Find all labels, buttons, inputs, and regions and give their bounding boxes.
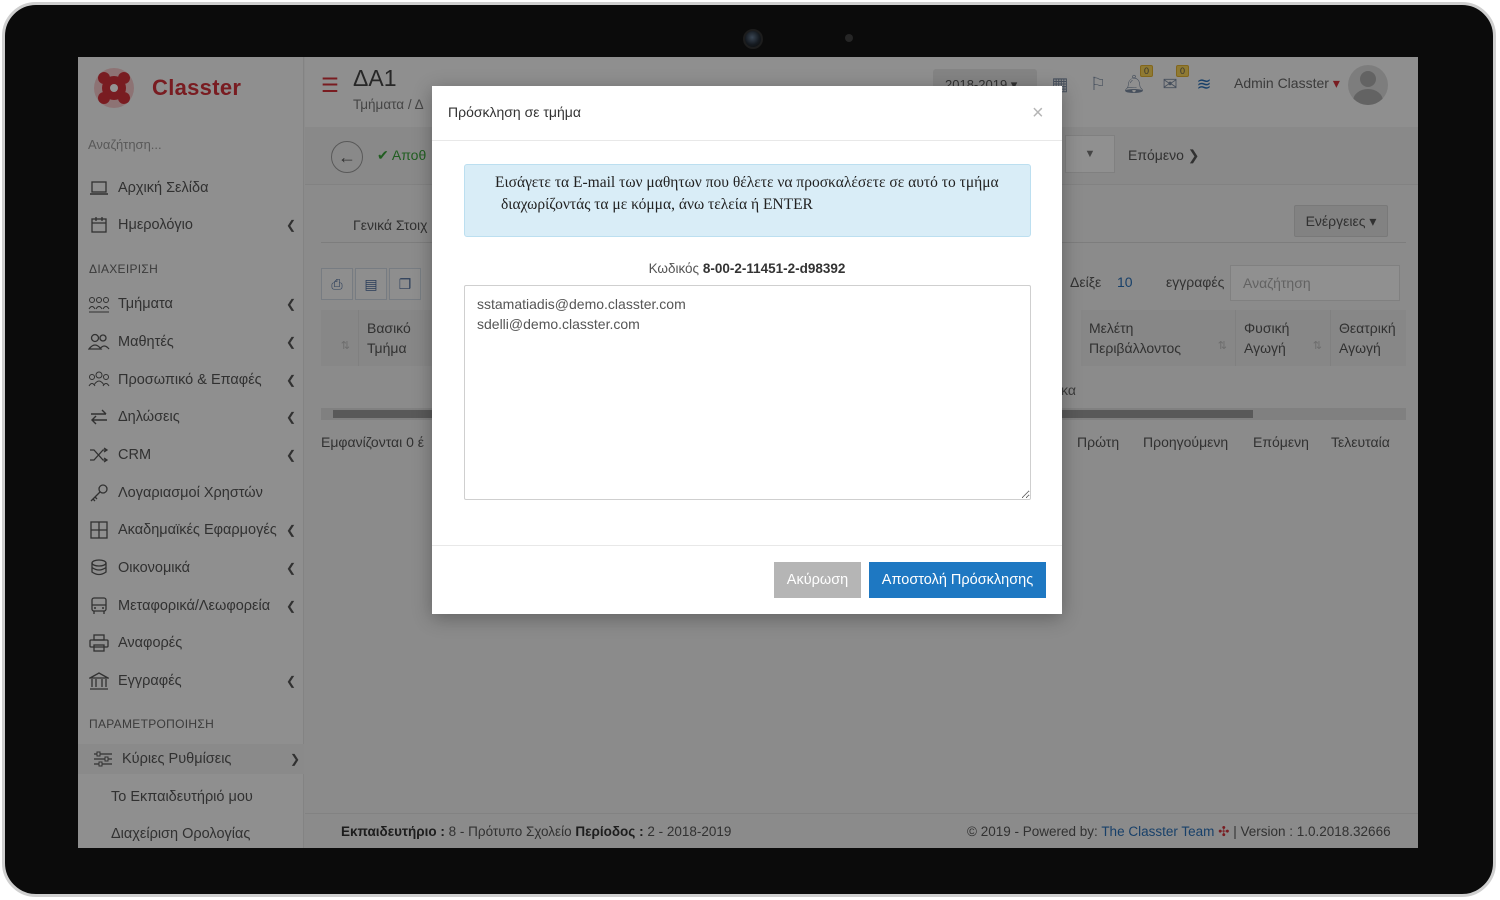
modal-title: Πρόσκληση σε τμήμα — [448, 104, 581, 120]
code-label: Κωδικός — [648, 261, 700, 276]
modal-header-divider — [432, 140, 1062, 141]
send-invitation-button[interactable]: Αποστολή Πρόσκλησης — [869, 562, 1046, 598]
cancel-button[interactable]: Ακύρωση — [774, 562, 861, 598]
class-code: Κωδικός 8-00-2-11451-2-d98392 — [432, 261, 1062, 276]
modal-footer-divider — [432, 545, 1062, 546]
code-value: 8-00-2-11451-2-d98392 — [702, 261, 846, 276]
emails-textarea[interactable]: sstamatiadis@demo.classter.com sdelli@de… — [464, 285, 1031, 500]
info-text-line1: Εισάγετε τα E-mail των μαθητων που θέλετ… — [495, 174, 999, 191]
app-screen: Classter Αναζήτηση... Αρχική Σελίδα Ημερ… — [78, 57, 1418, 848]
close-icon[interactable]: × — [1032, 102, 1044, 125]
camera-icon — [743, 29, 763, 49]
sensor-icon — [845, 34, 853, 42]
info-alert: Εισάγετε τα E-mail των μαθητων που θέλετ… — [464, 164, 1031, 237]
info-text-line2: διαχωρίζοντάς τα με κόμμα, άνω τελεία ή … — [501, 196, 813, 213]
invite-modal: Πρόσκληση σε τμήμα × Εισάγετε τα E-mail … — [432, 86, 1062, 614]
